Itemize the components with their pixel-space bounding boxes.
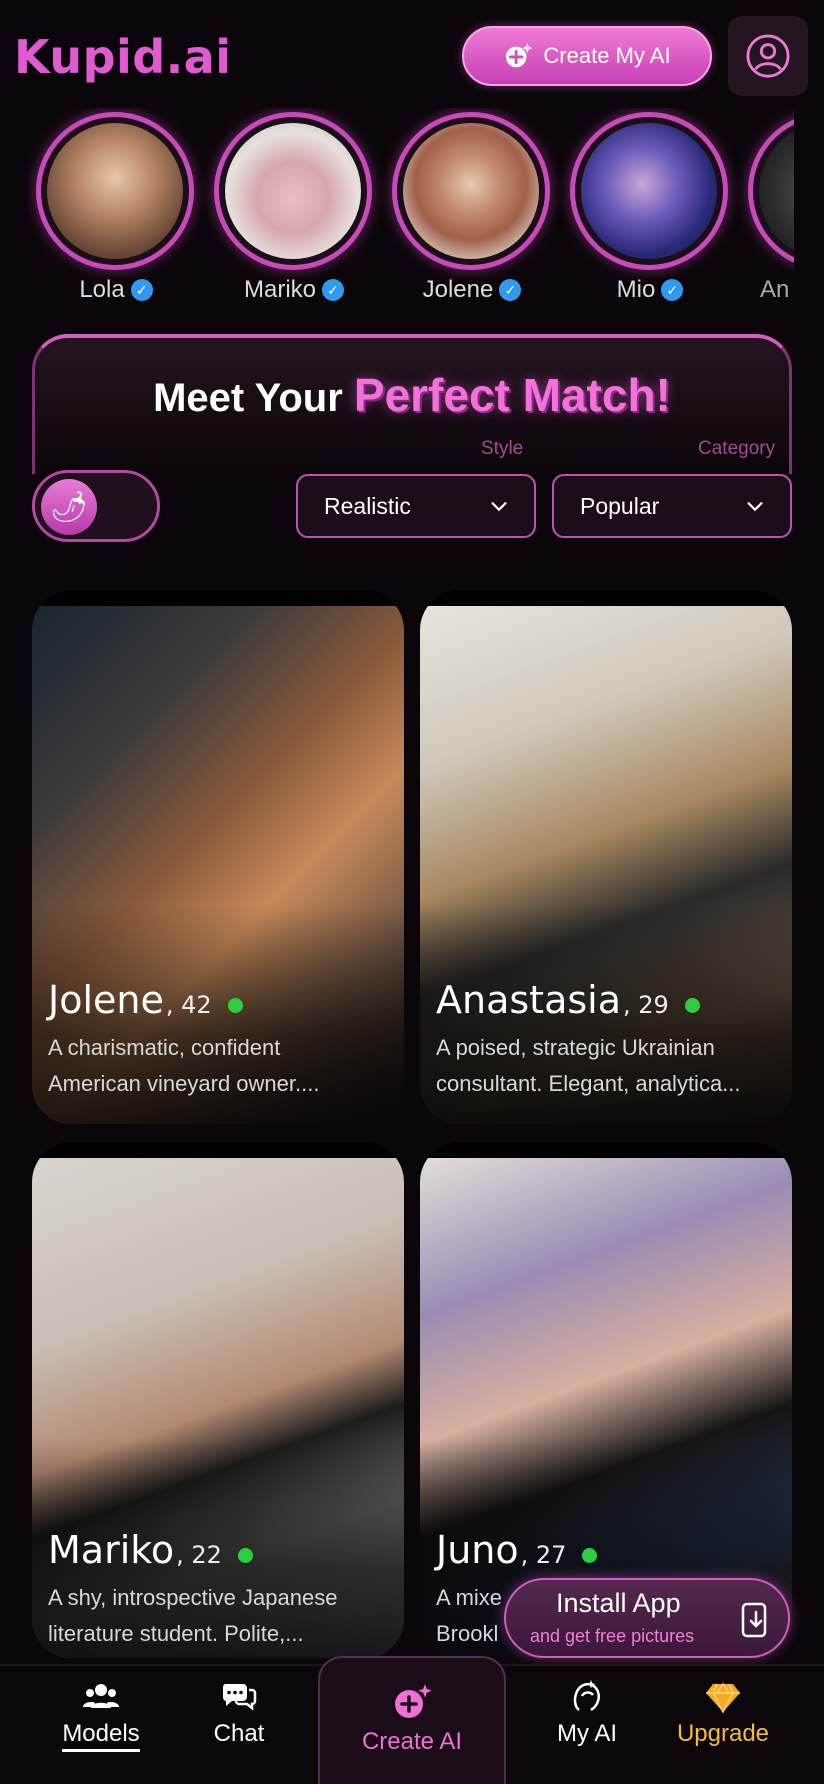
sparkle-plus-icon [395, 1684, 432, 1718]
story-name-row: Mio ✓ [570, 276, 730, 304]
story-name-row: Jolene ✓ [392, 276, 552, 304]
install-app-button[interactable]: Install App and get free pictures [504, 1578, 790, 1658]
story-item[interactable]: Mariko ✓ [214, 112, 374, 304]
nav-create-ai-label: Create AI [361, 1728, 463, 1755]
story-avatar-ring [392, 112, 550, 270]
chat-bubbles-icon [222, 1684, 257, 1711]
user-circle-icon [746, 34, 790, 78]
character-name-row: Mariko, 22 [48, 1528, 253, 1572]
nav-chat[interactable]: Chat [174, 1676, 304, 1748]
character-description: A charismatic, confident American vineya… [48, 1030, 388, 1102]
nav-upgrade[interactable]: Upgrade [658, 1676, 788, 1748]
install-app-title: Install App [556, 1588, 681, 1618]
verified-badge-icon: ✓ [499, 279, 522, 301]
story-avatar [581, 123, 717, 259]
character-card[interactable]: Mariko, 22 A shy, introspective Japanese… [32, 1142, 404, 1658]
story-name-row: An [748, 276, 794, 304]
story-avatar-ring [36, 112, 194, 270]
character-name: Mariko [48, 1528, 175, 1572]
nav-my-ai-label: My AI [556, 1720, 617, 1747]
story-item[interactable]: Jolene ✓ [392, 112, 552, 304]
category-filter-label: Category [698, 438, 776, 459]
style-filter-label: Style [481, 438, 524, 459]
story-avatar [225, 123, 361, 259]
character-description: A shy, introspective Japanese literature… [48, 1580, 388, 1652]
chevron-down-icon [747, 502, 763, 512]
bottom-nav: Models Chat Create AI My AI Upgrade [0, 1656, 824, 1784]
character-description: A poised, strategic Ukrainian consultant… [436, 1030, 776, 1102]
category-select-value: Popular [580, 492, 660, 519]
character-name: Juno [436, 1528, 519, 1572]
character-description-line: A poised, strategic Ukrainian [436, 1035, 715, 1060]
verified-badge-icon: ✓ [661, 279, 684, 301]
character-age: , 27 [520, 1541, 567, 1569]
online-status-dot [684, 998, 700, 1013]
nav-create-ai[interactable]: Create AI [318, 1656, 506, 1784]
story-avatar-ring [214, 112, 372, 270]
install-app-subtitle: and get free pictures [530, 1626, 695, 1646]
story-name: Jolene [422, 276, 494, 303]
character-card[interactable]: Anastasia, 29 A poised, strategic Ukrain… [420, 590, 792, 1124]
story-item[interactable]: Lola ✓ [36, 112, 196, 304]
hero-title-lead: Meet Your [153, 376, 343, 420]
style-select[interactable]: Realistic [296, 474, 536, 538]
verified-badge-icon: ✓ [130, 279, 153, 301]
character-description-line: A shy, introspective Japanese [48, 1585, 338, 1610]
story-name-row: Mariko ✓ [214, 276, 374, 304]
story-name: Mio [616, 276, 656, 303]
hero-title-highlight: Perfect Match! [353, 369, 671, 421]
online-status-dot [582, 1548, 598, 1563]
character-description-line: American vineyard owner.... [48, 1071, 320, 1096]
sparkle-plus-icon [506, 42, 533, 68]
profile-button[interactable] [728, 16, 808, 96]
diamond-icon [706, 1682, 740, 1714]
create-my-ai-button[interactable]: Create My AI [462, 26, 712, 86]
character-name-row: Anastasia, 29 [436, 978, 700, 1022]
character-name-row: Jolene, 42 [48, 978, 243, 1022]
style-select-value: Realistic [324, 492, 411, 519]
story-avatar-ring [570, 112, 728, 270]
chevron-down-icon [491, 502, 507, 512]
character-age: , 42 [165, 991, 212, 1019]
story-name-row: Lola ✓ [36, 276, 196, 304]
character-card[interactable]: Jolene, 42 A charismatic, confident Amer… [32, 590, 404, 1124]
story-item[interactable]: Mio ✓ [570, 112, 730, 304]
nav-models-label: Models [62, 1720, 140, 1752]
story-name: An [760, 276, 790, 303]
nav-upgrade-label: Upgrade [676, 1720, 770, 1747]
story-name: Mariko [243, 276, 316, 303]
nav-models[interactable]: Models [36, 1676, 166, 1752]
ai-head-icon [573, 1680, 600, 1712]
spicy-mode-toggle[interactable]: 🌶 [32, 470, 160, 542]
users-group-icon [83, 1684, 119, 1708]
story-item[interactable]: An [748, 112, 794, 304]
create-my-ai-label: Create My AI [543, 43, 671, 68]
character-name: Jolene [48, 978, 164, 1022]
verified-badge-icon: ✓ [322, 279, 344, 301]
character-age: , 29 [623, 991, 669, 1019]
category-select[interactable]: Popular [552, 474, 792, 538]
story-avatar [47, 123, 183, 259]
app-logo[interactable]: Kupid.ai [14, 30, 232, 84]
nav-my-ai[interactable]: My AI [522, 1676, 652, 1748]
story-avatar [403, 123, 539, 259]
story-carousel[interactable]: Lola ✓ Mariko ✓ Jolene ✓ Mio ✓ An [0, 108, 794, 318]
story-avatar-ring [748, 112, 794, 270]
character-name: Anastasia [436, 978, 621, 1022]
phone-download-icon [741, 1602, 767, 1638]
character-description-line: consultant. Elegant, analytica... [436, 1071, 741, 1096]
online-status-dot [237, 1548, 253, 1563]
app-header: Kupid.ai Create My AI [0, 0, 824, 108]
character-age: , 22 [176, 1541, 222, 1569]
hero-banner: Meet Your Perfect Match! [32, 334, 792, 474]
story-name: Lola [79, 276, 125, 303]
online-status-dot [227, 998, 243, 1013]
character-description-line: literature student. Polite,... [48, 1621, 304, 1646]
nav-chat-label: Chat [213, 1720, 265, 1747]
hero-title: Meet Your Perfect Match! [35, 368, 789, 422]
character-name-row: Juno, 27 [436, 1528, 598, 1572]
chili-pepper-icon: 🌶 [41, 479, 97, 535]
character-description-line: A charismatic, confident [48, 1035, 281, 1060]
story-avatar [759, 123, 794, 259]
